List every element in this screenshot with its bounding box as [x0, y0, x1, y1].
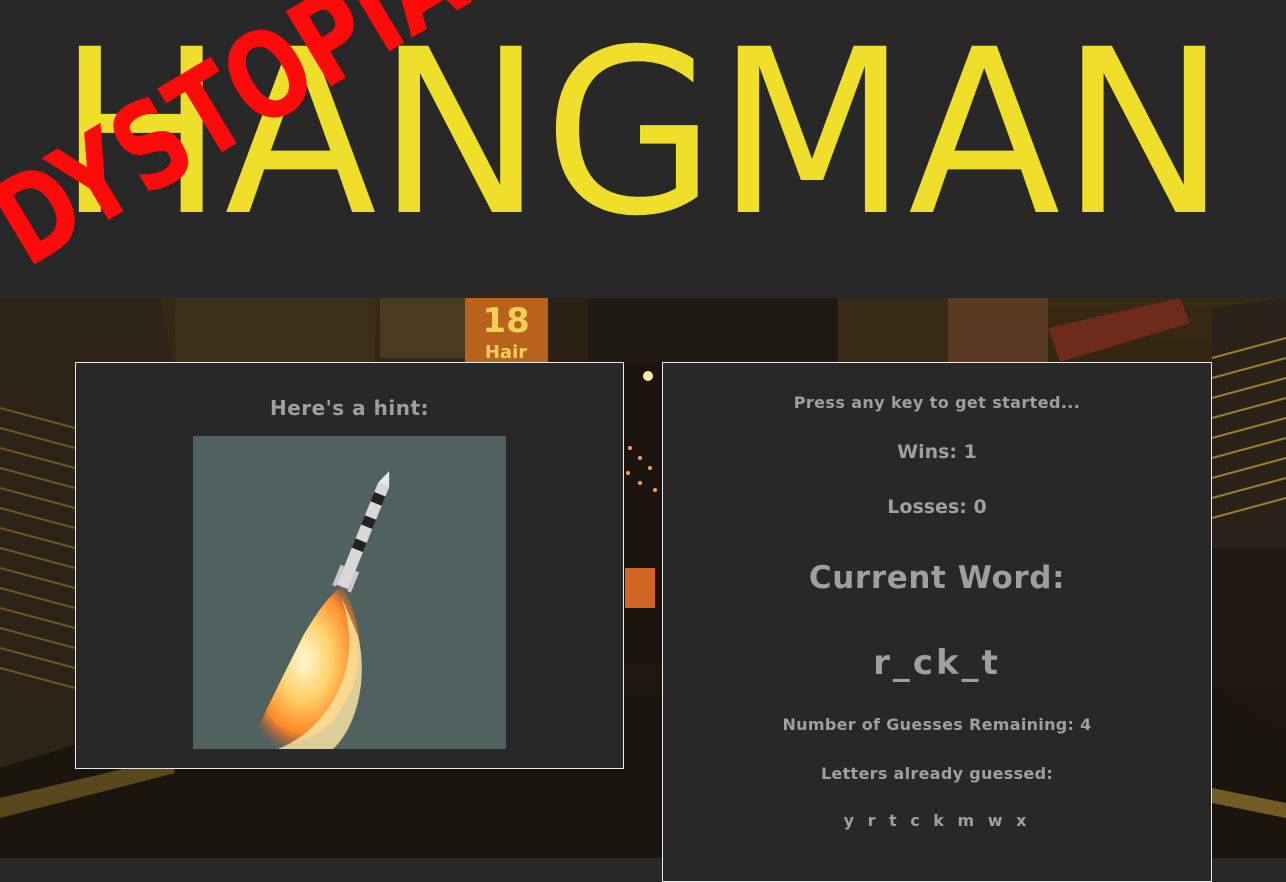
current-word-label: Current Word: [808, 560, 1066, 596]
title-banner: HANGMAN DYSTOPIA [0, 0, 1227, 294]
guesses-remaining: Number of Guesses Remaining: 4 [782, 715, 1092, 734]
game-panel: Press any key to get started... Wins: 1 … [662, 362, 1212, 882]
wins-counter: Wins: 1 [897, 441, 977, 463]
current-word-value: r_ck_t [873, 643, 1001, 683]
letters-guessed-label: Letters already guessed: [820, 764, 1054, 783]
losses-counter: Losses: 0 [887, 496, 987, 518]
letters-guessed-value: y r t c k m w x [843, 811, 1031, 830]
hint-heading: Here's a hint: [269, 396, 430, 420]
sign-word: Hair [485, 342, 527, 363]
header: HANGMAN DYSTOPIA [0, 0, 1286, 298]
sign-number: 18 [482, 301, 529, 341]
hint-panel: Here's a hint: [75, 362, 624, 769]
rocket-launch-icon [193, 436, 506, 749]
start-prompt: Press any key to get started... [793, 393, 1081, 412]
